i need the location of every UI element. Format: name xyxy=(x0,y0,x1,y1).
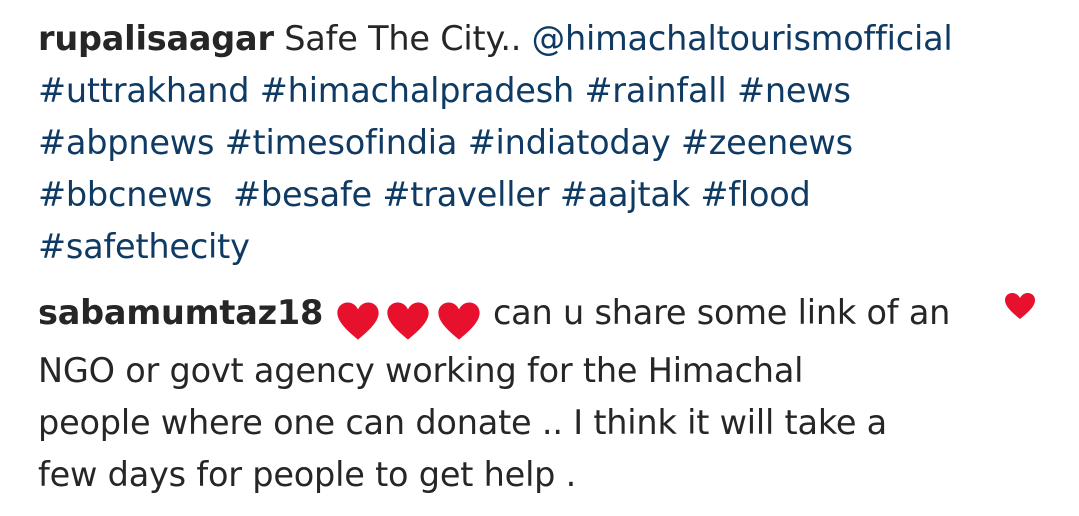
filled-heart-icon[interactable] xyxy=(1004,292,1036,320)
hashtag-safethecity[interactable]: #safethecity xyxy=(38,227,250,266)
hashtag-himachalpradesh[interactable]: #himachalpradesh xyxy=(260,71,574,110)
hashtag-abpnews[interactable]: #abpnews xyxy=(38,123,214,162)
red-heart-emoji-icon xyxy=(336,301,379,340)
comment-line-4: few days for people to get help . xyxy=(38,455,577,494)
comment-username[interactable]: sabamumtaz18 xyxy=(38,293,323,332)
comment-line-3: people where one can donate .. I think i… xyxy=(38,403,888,442)
hashtag-zeenews[interactable]: #zeenews xyxy=(681,123,853,162)
hashtag-traveller[interactable]: #traveller xyxy=(382,175,549,214)
heart-emoji-group xyxy=(336,293,480,345)
caption-line-1: rupalisaagar Safe The City.. @himachalto… xyxy=(38,13,1038,65)
post-caption: rupalisaagar Safe The City.. @himachalto… xyxy=(38,13,1038,273)
hashtag-rainfall[interactable]: #rainfall xyxy=(584,71,726,110)
comment-text-line-1: can u share some link of an xyxy=(492,293,951,332)
caption-username[interactable]: rupalisaagar xyxy=(38,19,274,58)
red-heart-emoji-icon xyxy=(387,301,429,340)
caption-line-3: #abpnews #timesofindia #indiatoday #zeen… xyxy=(38,117,1038,169)
hashtag-uttrakhand[interactable]: #uttrakhand xyxy=(38,71,250,110)
comment-line-1: sabamumtaz18 can u share some link of an xyxy=(38,287,988,345)
hashtag-news[interactable]: #news xyxy=(737,71,851,110)
caption-text: Safe The City.. xyxy=(284,19,522,58)
hashtag-besafe[interactable]: #besafe xyxy=(233,175,372,214)
caption-mention[interactable]: @himachaltourismofficial xyxy=(532,19,953,58)
red-heart-emoji-icon xyxy=(437,301,480,340)
hashtag-indiatoday[interactable]: #indiatoday xyxy=(468,123,671,162)
hashtag-flood[interactable]: #flood xyxy=(700,175,810,214)
hashtag-bbcnews[interactable]: #bbcnews xyxy=(38,175,212,214)
caption-line-2: #uttrakhand #himachalpradesh #rainfall #… xyxy=(38,65,1038,117)
caption-line-4: #bbcnews #besafe #traveller #aajtak #flo… xyxy=(38,169,1038,221)
comment-line-2: NGO or govt agency working for the Himac… xyxy=(38,351,804,390)
hashtag-aajtak[interactable]: #aajtak xyxy=(560,175,690,214)
comment: sabamumtaz18 can u share some link of an… xyxy=(38,287,988,501)
hashtag-timesofindia[interactable]: #timesofindia xyxy=(225,123,458,162)
caption-line-5: #safethecity xyxy=(38,221,1038,273)
